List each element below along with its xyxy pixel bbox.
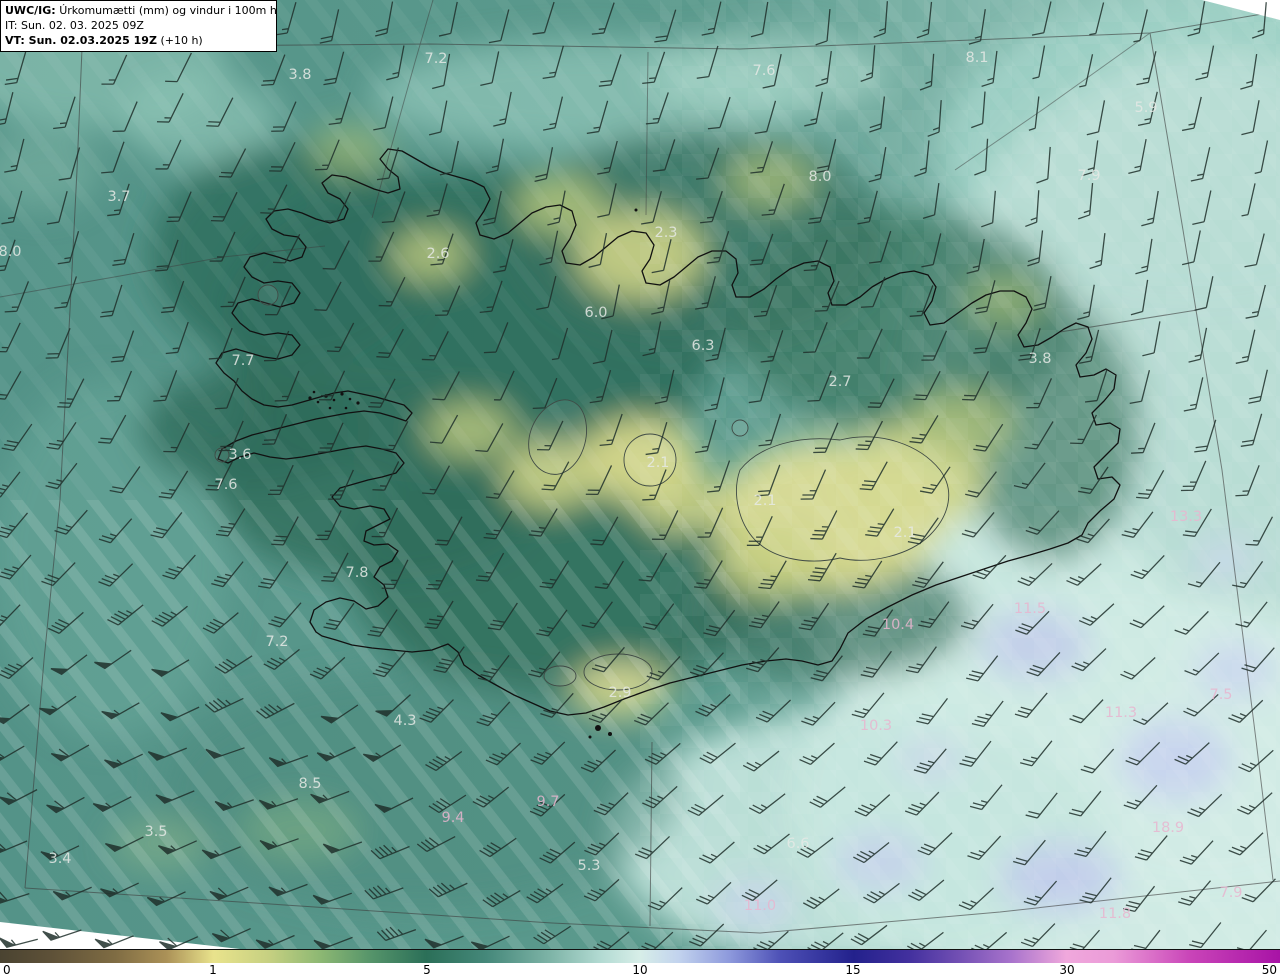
- colorbar-tick: 5: [423, 963, 431, 977]
- precip-value-label: 7.6: [214, 477, 237, 493]
- precip-value-label: 2.3: [654, 225, 677, 241]
- precip-value-label: 8.5: [298, 776, 321, 792]
- streak-texture-sw: [0, 500, 740, 949]
- colorbar-tick: 30: [1059, 963, 1075, 977]
- precip-value-label: 11.5: [1014, 601, 1046, 617]
- title-box: UWC/IG: Úrkomumætti (mm) og vindur i 100…: [0, 0, 277, 52]
- precip-value-label: 7.2: [265, 634, 288, 650]
- title-line-1: UWC/IG: Úrkomumætti (mm) og vindur i 100…: [5, 4, 277, 17]
- precip-value-label: 7.8: [345, 565, 368, 581]
- precip-value-label: 8.0: [0, 244, 22, 260]
- precip-value-label: 13.3: [1170, 509, 1202, 525]
- grid-texture-east: [640, 0, 1280, 949]
- precipitation-wind-map: 3.8 7.2 7.6 8.1 5.9 7.9 8.0 3.7 8.0 2.3 2.6 6.0 6.3 3…: [0, 0, 1280, 949]
- precip-value-label: 2.1: [646, 455, 669, 471]
- title-line-3: VT: Sun. 02.03.2025 19Z (+10 h): [5, 34, 203, 47]
- precip-value-label: 7.7: [231, 353, 254, 369]
- colorbar-tick: 0: [3, 963, 11, 977]
- precip-value-label: 18.9: [1152, 820, 1184, 836]
- precip-value-label: 6.3: [691, 338, 714, 354]
- precip-value-label: 9.4: [441, 810, 464, 826]
- colorbar-tick: 50: [1261, 963, 1277, 977]
- precip-value-label: 10.4: [882, 617, 914, 633]
- precip-value-label: 9.7: [536, 794, 559, 810]
- precip-value-label: 3.5: [144, 824, 167, 840]
- precip-colorbar-ticks: 0 1 5 10 15 30 50: [0, 963, 1280, 978]
- precip-value-label: 2.1: [753, 493, 776, 509]
- valid-time-label: VT: Sun. 02.03.2025 19Z: [5, 34, 157, 47]
- precip-value-label: 7.9: [1219, 885, 1242, 901]
- precip-value-label: 2.7: [828, 374, 851, 390]
- precip-value-label: 7.2: [424, 51, 447, 67]
- precip-value-label: 11.0: [744, 898, 776, 914]
- precip-value-label: 7.9: [1077, 168, 1100, 184]
- precip-value-label: 2.9: [608, 685, 631, 701]
- precip-value-label: 3.7: [107, 189, 130, 205]
- precip-value-label: 5.9: [1134, 100, 1157, 116]
- colorbar-tick: 15: [845, 963, 861, 977]
- precip-value-label: 3.8: [288, 67, 311, 83]
- precip-value-label: 4.3: [393, 713, 416, 729]
- precip-value-label: 3.8: [1028, 351, 1051, 367]
- precip-value-label: 3.4: [48, 851, 71, 867]
- precip-value-label: 10.3: [860, 718, 892, 734]
- precip-value-label: 7.5: [1209, 687, 1232, 703]
- precip-colorbar: [0, 949, 1280, 964]
- precip-value-label: 5.3: [577, 858, 600, 874]
- weather-map-frame: 3.8 7.2 7.6 8.1 5.9 7.9 8.0 3.7 8.0 2.3 2.6 6.0 6.3 3…: [0, 0, 1280, 978]
- precip-value-label: 8.0: [808, 169, 831, 185]
- precip-value-label: 11.8: [1099, 906, 1131, 922]
- precip-value-label: 11.3: [1105, 705, 1137, 721]
- precip-value-label: 7.6: [752, 63, 775, 79]
- precip-value-label: 2.1: [893, 525, 916, 541]
- precip-value-label: 3.6: [228, 447, 251, 463]
- precip-value-label: 2.6: [426, 246, 449, 262]
- colorbar-tick: 1: [209, 963, 217, 977]
- precip-value-label: 6.0: [584, 305, 607, 321]
- colorbar-tick: 10: [632, 963, 648, 977]
- model-id-label: UWC/IG:: [5, 4, 56, 17]
- title-line-2: IT: Sun. 02. 03. 2025 09Z: [5, 19, 144, 32]
- precip-value-label: 6.6: [786, 836, 809, 852]
- precip-value-label: 8.1: [965, 50, 988, 66]
